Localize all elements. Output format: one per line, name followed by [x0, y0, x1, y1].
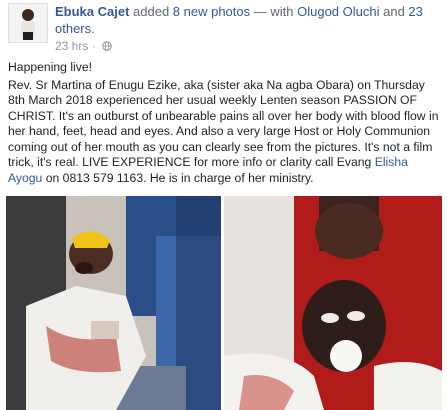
post-header-text: Ebuka Cajet added 8 new photos — with Ol…	[55, 3, 440, 37]
tagged-person-link[interactable]: Olugod Oluchi	[297, 4, 379, 19]
post-paragraph: Rev. Sr Martina of Enugu Ezike, aka (sis…	[8, 78, 440, 187]
post-text-part2: on 0813 579 1163. He is in charge of her…	[42, 170, 314, 185]
post-meta: 23 hrs ·	[55, 39, 112, 53]
photo-grid	[6, 196, 442, 410]
and-text: and	[379, 4, 409, 19]
period-text: .	[91, 21, 95, 36]
action-text-1: added	[129, 4, 173, 19]
avatar[interactable]	[8, 3, 48, 43]
photo-2[interactable]	[224, 196, 442, 410]
photo-1[interactable]	[6, 196, 221, 410]
post-first-line: Happening live!	[8, 60, 93, 74]
action-text-2: — with	[250, 4, 298, 19]
meta-separator: ·	[88, 39, 100, 53]
timestamp[interactable]: 23 hrs	[55, 39, 88, 53]
post-header: Ebuka Cajet added 8 new photos — with Ol…	[8, 3, 440, 53]
photos-link[interactable]: 8 new photos	[173, 4, 250, 19]
post-body: Happening live! Rev. Sr Martina of Enugu…	[8, 60, 440, 186]
author-name[interactable]: Ebuka Cajet	[55, 4, 129, 19]
globe-icon[interactable]	[102, 40, 112, 51]
